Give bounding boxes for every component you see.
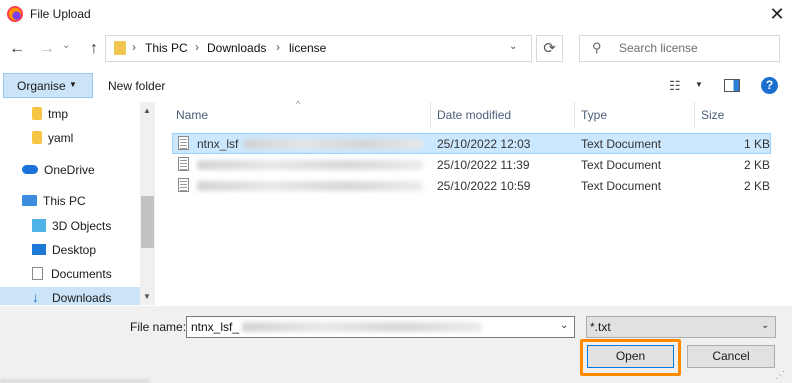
search-placeholder: Search license (619, 41, 698, 55)
file-name-dropdown-icon[interactable]: ⌄ (560, 320, 568, 331)
breadcrumb-separator: › (195, 40, 199, 54)
address-dropdown-icon[interactable]: ⌄ (509, 41, 525, 52)
download-icon: ↓ (32, 289, 39, 305)
firefox-icon (7, 6, 23, 22)
up-arrow-icon[interactable]: ↑ (83, 38, 105, 60)
cube-icon (32, 219, 46, 232)
resize-grip-icon[interactable]: ⋰ (775, 370, 785, 381)
sidebar-item-documents[interactable]: Documents (32, 263, 112, 285)
column-header-size[interactable]: Size (701, 108, 724, 122)
scrollbar-thumb[interactable] (141, 196, 154, 248)
text-file-icon (178, 136, 189, 150)
preview-pane-icon[interactable] (724, 79, 740, 92)
search-icon: ⚲ (592, 40, 602, 55)
file-name-label: File name: (130, 320, 187, 334)
desktop-icon (32, 244, 46, 255)
file-type-select[interactable] (586, 316, 776, 338)
file-type: Text Document (581, 137, 662, 151)
column-divider[interactable] (574, 102, 575, 128)
new-folder-button[interactable]: New folder (108, 79, 165, 93)
column-header-type[interactable]: Type (581, 108, 607, 122)
title-bar (0, 0, 792, 30)
sidebar-item-downloads[interactable]: ↓ Downloads (32, 286, 111, 308)
close-icon[interactable]: ✕ (766, 3, 788, 25)
computer-icon (22, 195, 37, 206)
file-type-dropdown-icon[interactable]: ⌄ (761, 320, 769, 331)
breadcrumb-separator: › (276, 40, 280, 54)
scroll-up-icon[interactable]: ▲ (143, 106, 151, 115)
file-type: Text Document (581, 179, 662, 193)
forward-arrow-icon[interactable]: → (36, 38, 58, 60)
file-name-value: ntnx_lsf_ (191, 320, 240, 334)
sidebar-item-label: tmp (48, 107, 69, 121)
sidebar-item-label: 3D Objects (52, 219, 112, 233)
sidebar-item-label: Documents (51, 267, 112, 281)
file-size: 2 KB (744, 158, 771, 172)
file-size: 1 KB (744, 137, 771, 151)
redacted-text (197, 160, 423, 170)
file-date: 25/10/2022 12:03 (437, 137, 531, 151)
sidebar-item-label: This PC (43, 194, 86, 208)
sidebar-item-yaml[interactable]: yaml (32, 127, 73, 149)
redacted-text (0, 379, 150, 383)
refresh-icon[interactable]: ⟳ (536, 35, 563, 62)
breadcrumb-separator: › (132, 40, 136, 54)
sidebar-item-desktop[interactable]: Desktop (32, 239, 96, 261)
sort-caret-icon: ^ (296, 99, 301, 109)
sidebar-item-label: OneDrive (44, 163, 95, 177)
yaml-file-icon (32, 107, 42, 120)
file-date: 25/10/2022 11:39 (437, 158, 530, 172)
redacted-text (197, 181, 423, 191)
file-type-value: *.txt (590, 320, 611, 334)
redacted-text (242, 322, 482, 332)
cancel-button[interactable]: Cancel (687, 345, 775, 368)
column-header-date[interactable]: Date modified (437, 108, 511, 122)
sidebar-item-label: yaml (48, 131, 74, 145)
yaml-file-icon (32, 131, 42, 144)
file-type: Text Document (581, 158, 662, 172)
column-header-name[interactable]: Name (176, 108, 208, 122)
organise-label: Organise (17, 79, 66, 93)
breadcrumb-downloads[interactable]: Downloads (207, 41, 266, 55)
folder-icon (114, 41, 126, 55)
sidebar-item-this-pc[interactable]: This PC (22, 190, 86, 212)
text-file-icon (178, 178, 189, 192)
help-icon[interactable]: ? (761, 77, 778, 94)
column-divider[interactable] (430, 102, 431, 128)
sidebar-item-label: Downloads (52, 291, 112, 305)
history-chevron-icon[interactable]: ⌄ (62, 40, 76, 51)
file-date: 25/10/2022 10:59 (437, 179, 531, 193)
view-options-icon[interactable]: ☷ (669, 78, 681, 94)
open-button[interactable]: Open (587, 345, 674, 368)
sidebar-item-tmp[interactable]: tmp (32, 103, 68, 125)
window-title: File Upload (30, 7, 91, 21)
caret-down-icon: ▼ (69, 80, 77, 89)
breadcrumb-license[interactable]: license (289, 41, 326, 55)
text-file-icon (178, 157, 189, 171)
sidebar-item-label: Desktop (52, 243, 97, 257)
view-caret-icon[interactable]: ▼ (695, 80, 703, 89)
back-arrow-icon[interactable]: ← (6, 38, 28, 60)
file-size: 2 KB (744, 179, 771, 193)
document-icon (32, 267, 43, 280)
breadcrumb-this-pc[interactable]: This PC (145, 41, 188, 55)
sidebar-item-3d-objects[interactable]: 3D Objects (32, 215, 111, 237)
scroll-down-icon[interactable]: ▼ (143, 292, 151, 301)
redacted-text (243, 139, 423, 149)
cloud-icon (22, 165, 38, 174)
file-name: ntnx_lsf (197, 137, 239, 151)
column-divider[interactable] (694, 102, 695, 128)
sidebar-item-onedrive[interactable]: OneDrive (22, 159, 95, 181)
